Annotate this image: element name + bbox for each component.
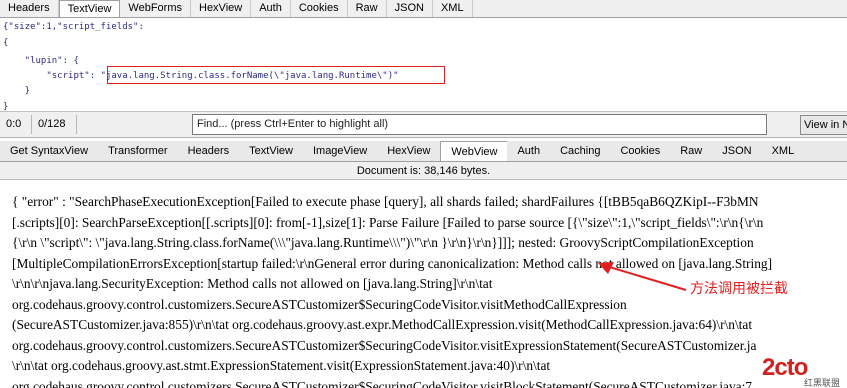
editor-line: { bbox=[3, 38, 9, 48]
response-text-line: org.codehaus.groovy.control.customizers.… bbox=[12, 378, 753, 388]
top-tab-webforms[interactable]: WebForms bbox=[120, 0, 191, 17]
top-tab-headers[interactable]: Headers bbox=[0, 0, 59, 17]
bottom-tab-xml[interactable]: XML bbox=[762, 141, 805, 161]
site-watermark: 2cto 红黑联盟 bbox=[762, 354, 847, 388]
response-text-line: \r\n\r\njava.lang.SecurityException: Met… bbox=[12, 276, 493, 291]
editor-line: {"size":1,"script_fields": bbox=[3, 22, 144, 32]
divider bbox=[76, 115, 77, 134]
top-tab-hexview[interactable]: HexView bbox=[191, 0, 252, 17]
response-text-line: org.codehaus.groovy.control.customizers.… bbox=[12, 337, 757, 353]
top-tab-auth[interactable]: Auth bbox=[251, 0, 291, 17]
bottom-tab-auth[interactable]: Auth bbox=[507, 141, 550, 161]
find-input[interactable]: Find... (press Ctrl+Enter to highlight a… bbox=[192, 114, 767, 135]
bottom-tab-transformer[interactable]: Transformer bbox=[98, 141, 178, 161]
line-count: 0/128 bbox=[38, 118, 66, 130]
watermark-subtitle: 红黑联盟 bbox=[804, 378, 841, 388]
bottom-tab-caching[interactable]: Caching bbox=[550, 141, 610, 161]
status-bar: 0:0 0/128 Find... (press Ctrl+Enter to h… bbox=[0, 112, 847, 138]
annotation-arrow bbox=[598, 262, 687, 291]
document-size-info: Document is: 38,146 bytes. bbox=[0, 162, 847, 180]
bottom-tab-hexview[interactable]: HexView bbox=[377, 141, 440, 161]
annotation-text: 方法调用被拦截 bbox=[690, 281, 788, 297]
response-text-line: [.scripts][0]: SearchParseException[[.sc… bbox=[12, 214, 764, 230]
divider bbox=[31, 115, 32, 134]
editor-line: } bbox=[3, 102, 9, 112]
top-tab-textview[interactable]: TextView bbox=[58, 0, 121, 17]
watermark-logo: 2cto bbox=[762, 354, 808, 381]
cursor-position: 0:0 bbox=[6, 118, 22, 130]
top-tab-json[interactable]: JSON bbox=[387, 0, 433, 17]
editor-line: "script": "java.lang.String.class.forNam… bbox=[3, 71, 399, 81]
top-tab-raw[interactable]: Raw bbox=[348, 0, 387, 17]
bottom-tab-json[interactable]: JSON bbox=[712, 141, 761, 161]
response-text-line: {\r\n \"script\": \"java.lang.String.cla… bbox=[12, 235, 754, 250]
response-text-line: { "error" : "SearchPhaseExecutionExcepti… bbox=[12, 194, 759, 209]
editor-line: } bbox=[3, 86, 31, 96]
request-body-editor[interactable]: {"size":1,"script_fields": { "lupin": { "… bbox=[0, 18, 847, 112]
bottom-tab-webview[interactable]: WebView bbox=[440, 141, 508, 161]
response-tab-bar: Get SyntaxView Transformer Headers TextView… bbox=[0, 141, 847, 162]
top-tab-bar: Headers TextView WebForms HexView Auth Cookie… bbox=[0, 0, 847, 18]
bottom-tab-get-syntaxview[interactable]: Get SyntaxView bbox=[0, 141, 98, 161]
bottom-tab-headers[interactable]: Headers bbox=[178, 141, 240, 161]
top-tab-cookies[interactable]: Cookies bbox=[291, 0, 348, 17]
response-text-line: \r\n\tat org.codehaus.groovy.ast.stmt.Ex… bbox=[12, 358, 551, 373]
bottom-tab-textview[interactable]: TextView bbox=[239, 141, 303, 161]
bottom-tab-cookies[interactable]: Cookies bbox=[610, 141, 670, 161]
bottom-tab-imageview[interactable]: ImageView bbox=[303, 141, 377, 161]
editor-line: "lupin": { bbox=[3, 56, 79, 66]
webview-content: org.codehaus.groovy.control.customizers.… bbox=[0, 180, 847, 388]
response-text-line: org.codehaus.groovy.control.customizers.… bbox=[12, 296, 627, 312]
response-text-line: (SecureASTCustomizer.java:855)\r\n\tat o… bbox=[12, 317, 753, 332]
top-tab-xml[interactable]: XML bbox=[433, 0, 473, 17]
view-in-notepad-button[interactable]: View in N bbox=[800, 115, 847, 135]
bottom-tab-raw[interactable]: Raw bbox=[670, 141, 712, 161]
